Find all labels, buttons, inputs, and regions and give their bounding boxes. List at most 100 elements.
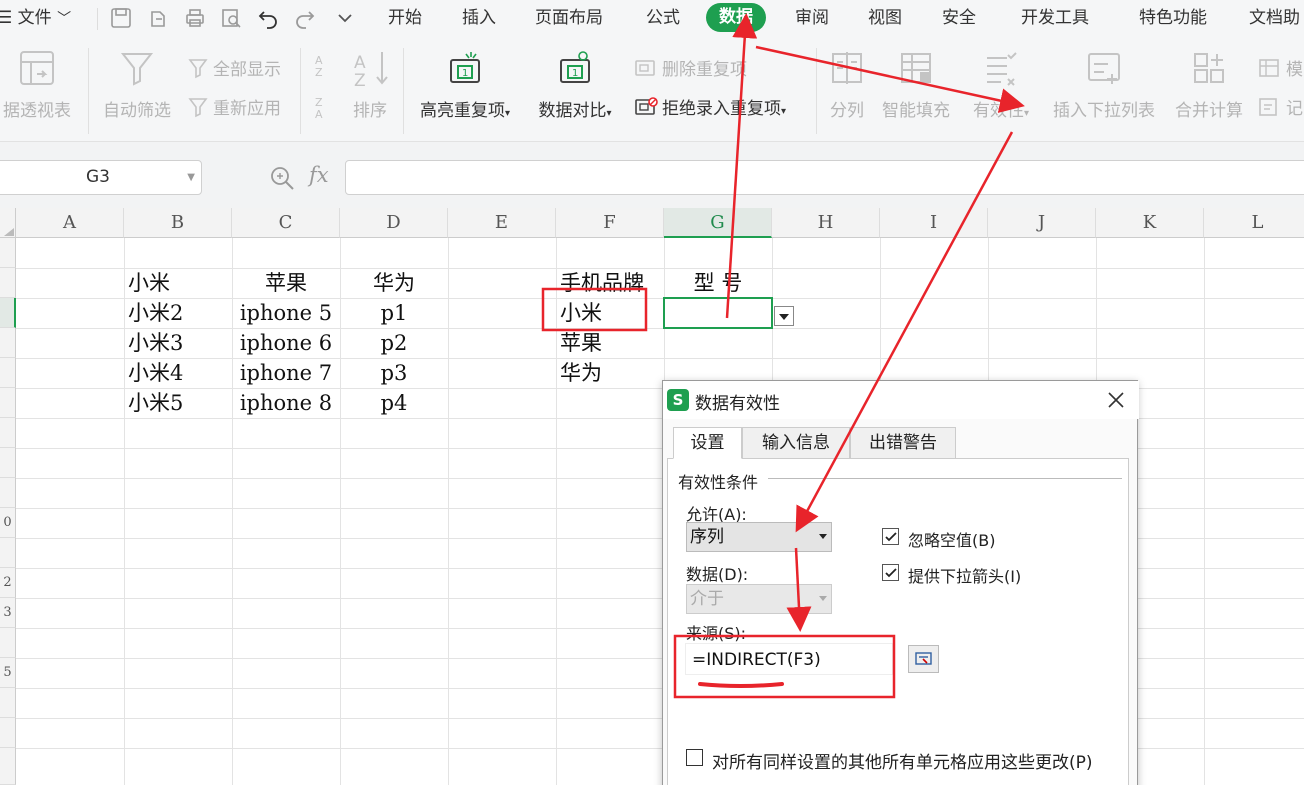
cell-d5[interactable]: p3 <box>340 358 448 388</box>
column-header-h[interactable]: H <box>772 208 880 238</box>
cell-f4[interactable]: 苹果 <box>560 328 664 358</box>
cell-c2[interactable]: 苹果 <box>232 268 340 298</box>
cell-b4[interactable]: 小米3 <box>128 328 228 358</box>
row-header[interactable] <box>0 388 16 418</box>
column-header-g[interactable]: G <box>664 208 772 238</box>
cell-g3-active[interactable] <box>663 297 773 329</box>
cell-b2[interactable]: 小米 <box>128 268 228 298</box>
split-columns-button[interactable]: 分列 <box>826 48 868 121</box>
tab-review[interactable]: 审阅 <box>795 0 829 36</box>
save-icon[interactable] <box>109 6 133 30</box>
record-button[interactable]: 记 <box>1258 94 1303 119</box>
tab-doc-assistant[interactable]: 文档助 <box>1249 0 1300 36</box>
zoom-function-icon[interactable] <box>268 164 296 192</box>
apply-all-checkbox[interactable] <box>686 749 703 766</box>
cell-c3[interactable]: iphone 5 <box>232 298 340 328</box>
cell-f2[interactable]: 手机品牌 <box>560 268 664 298</box>
cell-b6[interactable]: 小米5 <box>128 388 228 418</box>
row-header[interactable] <box>0 478 16 508</box>
row-header[interactable] <box>0 688 16 718</box>
cell-d4[interactable]: p2 <box>340 328 448 358</box>
insert-dropdown-list-button[interactable]: 插入下拉列表 <box>1048 48 1160 121</box>
source-input[interactable]: =INDIRECT(F3) <box>685 643 893 675</box>
row-header[interactable]: 3 <box>0 598 16 628</box>
tab-insert[interactable]: 插入 <box>462 0 496 36</box>
fx-icon[interactable]: fx <box>309 163 329 187</box>
row-header[interactable] <box>0 748 16 785</box>
print-preview-icon[interactable] <box>219 6 243 30</box>
close-button[interactable] <box>1103 387 1129 413</box>
column-header-i[interactable]: I <box>880 208 988 238</box>
row-header[interactable] <box>0 268 16 298</box>
cell-c5[interactable]: iphone 7 <box>232 358 340 388</box>
row-header[interactable] <box>0 628 16 658</box>
cell-b5[interactable]: 小米4 <box>128 358 228 388</box>
column-header-f[interactable]: F <box>556 208 664 238</box>
row-header[interactable]: 2 <box>0 568 16 598</box>
data-operator-select[interactable]: 介于 <box>686 584 832 614</box>
tab-settings[interactable]: 设置 <box>673 427 742 459</box>
mock-button[interactable]: 模 <box>1258 55 1303 80</box>
formula-input[interactable] <box>345 160 1304 195</box>
cell-dropdown-button[interactable] <box>774 306 794 326</box>
cell-d2[interactable]: 华为 <box>340 268 448 298</box>
cell-d6[interactable]: p4 <box>340 388 448 418</box>
print-icon[interactable] <box>183 6 207 30</box>
redo-icon[interactable] <box>293 6 317 30</box>
pivot-table-button[interactable]: 据透视表 <box>0 48 80 121</box>
tab-data[interactable]: 数据 <box>706 3 766 32</box>
row-header[interactable] <box>0 358 16 388</box>
cell-c4[interactable]: iphone 6 <box>232 328 340 358</box>
dialog-title-bar[interactable]: S 数据有效性 <box>663 381 1139 419</box>
cell-b3[interactable]: 小米2 <box>128 298 228 328</box>
tab-developer[interactable]: 开发工具 <box>1021 0 1089 36</box>
row-header[interactable] <box>0 238 16 268</box>
row-header[interactable] <box>0 538 16 568</box>
undo-icon[interactable] <box>256 6 280 30</box>
customize-toolbar-icon[interactable] <box>333 6 357 30</box>
row-header[interactable]: 0 <box>0 508 16 538</box>
row-header[interactable]: 5 <box>0 658 16 688</box>
consolidate-button[interactable]: 合并计算 <box>1170 48 1248 121</box>
file-menu[interactable]: ☰ 文件 ﹀ <box>0 0 71 36</box>
tab-input-message[interactable]: 输入信息 <box>742 427 850 459</box>
column-header-l[interactable]: L <box>1204 208 1304 238</box>
sort-button[interactable]: AZ 排序 <box>348 48 392 121</box>
provide-dropdown-checkbox[interactable] <box>882 564 899 581</box>
highlight-duplicates-button[interactable]: 1 高亮重复项▾ <box>412 48 518 121</box>
export-icon[interactable] <box>146 6 170 30</box>
row-header[interactable] <box>0 328 16 358</box>
tab-formula[interactable]: 公式 <box>646 0 680 36</box>
data-compare-button[interactable]: 1 数据对比▾ <box>530 48 620 121</box>
sort-ascending-icon[interactable]: AZ <box>313 52 341 79</box>
show-all-button[interactable]: 全部显示 <box>187 55 281 80</box>
row-header[interactable] <box>0 418 16 448</box>
remove-duplicates-button[interactable]: 删除重复项 <box>634 55 747 80</box>
cell-f3[interactable]: 小米 <box>560 298 664 328</box>
row-header[interactable] <box>0 448 16 478</box>
allow-select[interactable]: 序列 <box>686 522 832 552</box>
tab-page-layout[interactable]: 页面布局 <box>535 0 603 36</box>
cell-f5[interactable]: 华为 <box>560 358 664 388</box>
range-picker-button[interactable] <box>908 645 939 673</box>
column-header-d[interactable]: D <box>340 208 448 238</box>
smart-fill-button[interactable]: 智能填充 <box>878 48 954 121</box>
column-header-k[interactable]: K <box>1096 208 1204 238</box>
select-all-corner[interactable] <box>0 208 16 238</box>
tab-home[interactable]: 开始 <box>388 0 422 36</box>
column-header-c[interactable]: C <box>232 208 340 238</box>
row-header[interactable] <box>0 718 16 748</box>
reapply-button[interactable]: 重新应用 <box>187 94 281 119</box>
cell-d3[interactable]: p1 <box>340 298 448 328</box>
cell-c6[interactable]: iphone 8 <box>232 388 340 418</box>
tab-error-alert[interactable]: 出错警告 <box>850 427 956 459</box>
autofilter-button[interactable]: 自动筛选 <box>100 48 174 121</box>
tab-view[interactable]: 视图 <box>868 0 902 36</box>
data-validity-button[interactable]: 有效性▾ <box>966 48 1036 121</box>
tab-security[interactable]: 安全 <box>942 0 976 36</box>
row-header-selected[interactable] <box>0 298 16 328</box>
column-header-b[interactable]: B <box>124 208 232 238</box>
sort-descending-icon[interactable]: ZA <box>313 94 341 121</box>
column-header-e[interactable]: E <box>448 208 556 238</box>
ignore-blank-checkbox[interactable] <box>882 528 899 545</box>
